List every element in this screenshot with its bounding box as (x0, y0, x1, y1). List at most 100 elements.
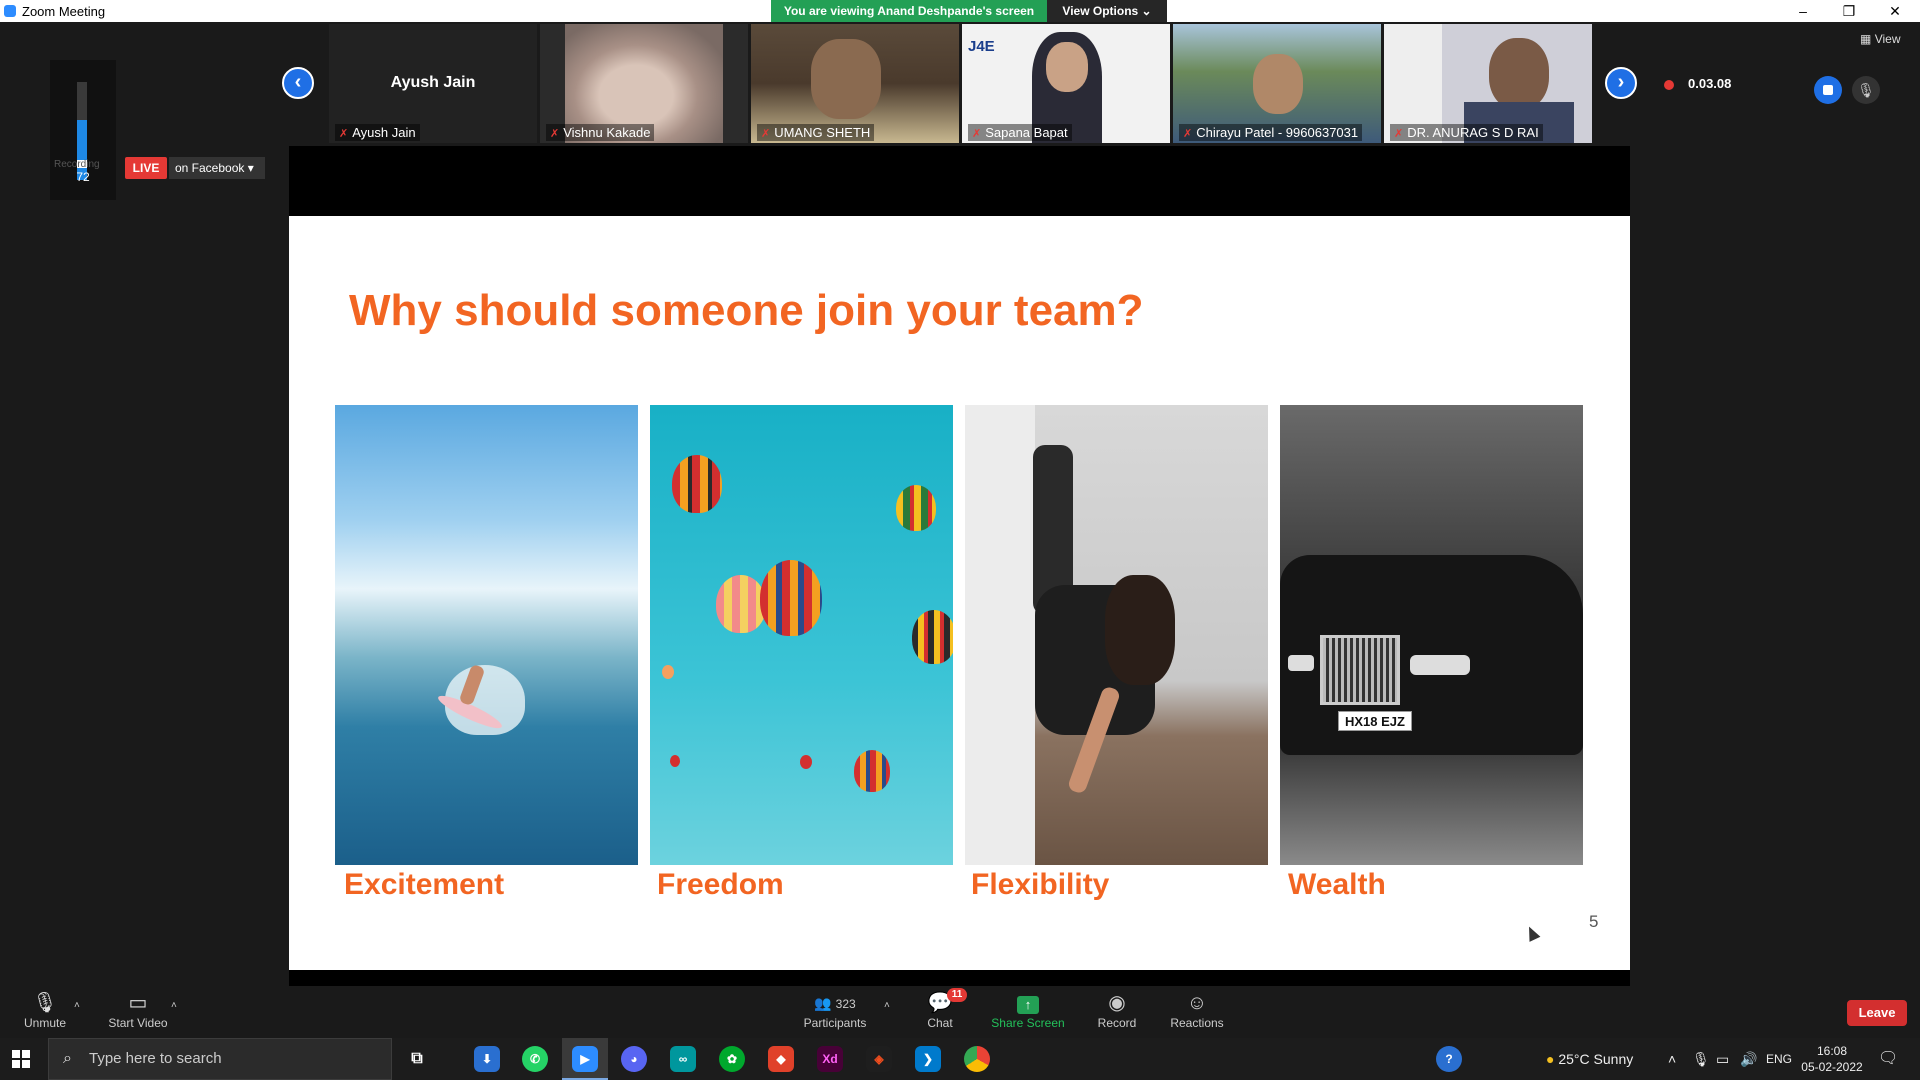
caret-down-icon: ▾ (247, 161, 254, 175)
participants-button[interactable]: 👥 323 Participants (790, 986, 880, 1038)
taskbar-search-input[interactable]: ⌕ Type here to search (48, 1038, 392, 1080)
mic-muted-icon: ✗ (550, 128, 560, 140)
chevron-right-icon: › (1617, 71, 1625, 93)
live-platform-dropdown[interactable]: on Facebook ▾ (169, 157, 265, 179)
close-icon[interactable]: ✕ (1872, 0, 1918, 22)
participant-tile[interactable]: Ayush Jain ✗ Ayush Jain (329, 24, 537, 143)
chat-button[interactable]: 💬 11 Chat (895, 986, 985, 1038)
participant-tile[interactable]: J4E ✗ Sapana Bapat (962, 24, 1170, 143)
file-explorer-icon[interactable]: ⬇ (474, 1046, 500, 1072)
reactions-button[interactable]: ☺ Reactions (1152, 986, 1242, 1038)
chevron-left-icon: ‹ (294, 71, 302, 93)
arduino-icon[interactable]: ∞ (670, 1046, 696, 1072)
participants-label: Participants (803, 1016, 867, 1030)
window-title: Zoom Meeting (22, 4, 106, 19)
recording-label: Recording (54, 159, 100, 170)
participant-name: Chirayu Patel - 9960637031 (1196, 125, 1359, 140)
leave-button[interactable]: Leave (1847, 1000, 1907, 1026)
tray-chevron-icon[interactable]: ˄ (1668, 1038, 1676, 1080)
luxury-car-photo: HX18 EJZ (1280, 405, 1583, 865)
participant-tile[interactable]: ✗ Vishnu Kakade (540, 24, 748, 143)
figma-icon[interactable]: ◈ (866, 1046, 892, 1072)
participant-tile[interactable]: ✗ UMANG SHETH (751, 24, 959, 143)
volume-icon[interactable]: 🔊 (1740, 1038, 1757, 1080)
participant-tile[interactable]: ✗ Chirayu Patel - 9960637031 (1173, 24, 1381, 143)
chat-badge: 11 (947, 988, 967, 1002)
title-bar: Zoom Meeting You are viewing Anand Deshp… (0, 0, 1920, 22)
participant-name: Sapana Bapat (985, 125, 1068, 140)
caption-excitement: Excitement (344, 868, 505, 901)
participant-tile[interactable]: ✗ DR. ANURAG S D RAI (1384, 24, 1592, 143)
evernote-icon[interactable]: ✿ (719, 1046, 745, 1072)
view-label: View (1874, 32, 1901, 46)
adobe-xd-icon[interactable]: Xd (817, 1046, 843, 1072)
minimize-icon[interactable]: – (1780, 0, 1826, 22)
task-view-icon[interactable]: ⧉ (404, 1046, 430, 1072)
discord-icon[interactable]: ◕ (621, 1046, 647, 1072)
grid-icon: ▦ (1860, 32, 1872, 46)
windows-start-icon[interactable] (12, 1050, 30, 1068)
next-page-button[interactable]: › (1605, 67, 1637, 99)
share-screen-label: Share Screen (991, 1016, 1065, 1030)
weather-text: 25°C Sunny (1558, 1051, 1634, 1067)
stop-recording-button[interactable] (1814, 76, 1842, 104)
shared-screen-letterbox (289, 146, 1630, 216)
video-options-caret-icon[interactable]: ˄ (171, 1000, 177, 1011)
record-label: Record (1097, 1016, 1137, 1030)
battery-icon[interactable]: ▭ (1716, 1038, 1729, 1080)
share-screen-icon: ↑ (983, 990, 1073, 1016)
language-indicator[interactable]: ENG (1766, 1038, 1792, 1080)
video-off-icon: ▭ (128, 992, 148, 1014)
sun-icon: ● (1546, 1051, 1555, 1067)
participant-name: UMANG SHETH (774, 125, 871, 140)
start-video-button[interactable]: ▭ Start Video (93, 986, 183, 1038)
mic-muted-icon: ✗ (339, 128, 349, 140)
meeting-toolbar: 🎙 Unmute ˄ ▭ Start Video ˄ 👥 323 Partici… (0, 986, 1920, 1038)
weather-widget[interactable]: ● 25°C Sunny (1546, 1038, 1633, 1080)
license-plate: HX18 EJZ (1338, 711, 1412, 731)
level-value: 72 (76, 170, 90, 184)
share-screen-button[interactable]: ↑ Share Screen (983, 986, 1073, 1038)
chrome-icon[interactable] (964, 1046, 990, 1072)
mic-muted-icon: ✗ (1394, 128, 1404, 140)
vscode-icon[interactable]: ❯ (915, 1046, 941, 1072)
anydesk-icon[interactable]: ◆ (768, 1046, 794, 1072)
live-badge: LIVE (125, 157, 167, 179)
mute-recording-icon[interactable]: 🎙 (1852, 76, 1880, 104)
shared-slide: Why should someone join your team? HX18 … (289, 216, 1630, 970)
prev-page-button[interactable]: ‹ (282, 67, 314, 99)
notifications-icon[interactable]: 🗨 (1878, 1038, 1898, 1080)
unmute-button[interactable]: 🎙 Unmute (0, 986, 90, 1038)
audio-options-caret-icon[interactable]: ˄ (74, 1000, 80, 1011)
whatsapp-icon[interactable]: ✆ (522, 1046, 548, 1072)
view-button[interactable]: ▦ View (1860, 32, 1900, 46)
reactions-label: Reactions (1170, 1016, 1224, 1030)
mic-muted-icon: ✗ (972, 128, 982, 140)
help-icon[interactable]: ? (1436, 1046, 1462, 1072)
start-video-label: Start Video (108, 1016, 168, 1030)
record-icon: ◉ (1108, 992, 1126, 1014)
participants-icon-wrap: 👥 323 (790, 990, 880, 1016)
participants-count: 323 (835, 997, 856, 1011)
record-button[interactable]: ◉ Record (1072, 986, 1162, 1038)
live-platform-label: on Facebook (175, 161, 245, 175)
clock-date: 05-02-2022 (1801, 1060, 1863, 1074)
view-options-button[interactable]: View Options ⌄ (1047, 0, 1167, 22)
participants-caret-icon[interactable]: ˄ (884, 1000, 890, 1011)
recording-time: 0.03.08 (1688, 76, 1732, 91)
windows-taskbar: ⌕ Type here to search ⧉ ⬇ ✆ ▶ ◕ ∞ ✿ ◆ Xd… (0, 1038, 1920, 1080)
chat-icon: 💬 (927, 992, 953, 1014)
taskbar-clock[interactable]: 16:08 05-02-2022 (1800, 1043, 1864, 1075)
reactions-icon: ☺ (1186, 992, 1208, 1014)
mic-tray-icon[interactable]: 🎙 (1692, 1038, 1710, 1080)
zoom-icon[interactable]: ▶ (572, 1046, 598, 1072)
mic-muted-icon: ✗ (1183, 128, 1193, 140)
recording-dot-icon (1664, 79, 1674, 90)
participant-name: Ayush Jain (352, 125, 416, 140)
surfing-photo (335, 405, 638, 865)
zoom-app-icon (4, 5, 16, 17)
participant-display-name: Ayush Jain (390, 74, 476, 91)
restore-icon[interactable]: ❐ (1826, 0, 1872, 22)
slide-title: Why should someone join your team? (349, 286, 1144, 335)
caption-freedom: Freedom (657, 868, 784, 901)
